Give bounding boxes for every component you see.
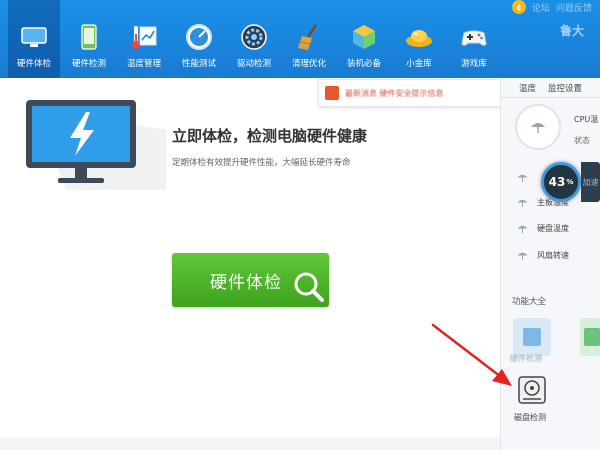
cpu-temp-gauge (515, 104, 561, 150)
monitor-check-icon (21, 27, 47, 47)
forum-link[interactable]: 论坛 (532, 1, 550, 14)
sensor-label: 风扇转速 (537, 250, 569, 260)
main-checkup-panel: 立即体检，检测电脑硬件健康 定期体检有效提升硬件性能，大幅延长硬件寿命 硬件体检 (0, 78, 500, 450)
top-right-links: ¢ 论坛 问题反馈 (511, 0, 592, 14)
tab-hardware-detect[interactable]: 硬件检测 (66, 0, 112, 78)
hero-subtitle: 定期体检有效提升硬件性能，大幅延长硬件寿命 (172, 158, 351, 168)
tab-label: 驱动检测 (236, 59, 271, 69)
right-panel-tabs: 温度 监控设置 (501, 78, 600, 98)
tab-temperature[interactable]: 温度管理 (121, 0, 167, 78)
tab-label: 硬件检测 (71, 59, 106, 69)
notice-icon (325, 86, 339, 100)
tab-monitor-settings[interactable]: 监控设置 (548, 82, 582, 94)
tab-label: 温度管理 (126, 59, 161, 69)
function-tile-hardware[interactable] (513, 318, 551, 356)
cpu-temp-label: CPU温 (574, 115, 599, 124)
gamepad-icon (461, 30, 487, 46)
tab-gold-vault[interactable]: 小金库 (396, 0, 442, 78)
umbrella-icon (531, 123, 545, 133)
sensor-row-fan: 风扇转速 (517, 248, 569, 262)
notice-text: 最新消息 硬件安全提示信息 (345, 88, 444, 98)
thermometer-chart-icon (132, 26, 157, 49)
cube-icon (353, 25, 375, 49)
notice-banner[interactable]: 最新消息 硬件安全提示信息 (318, 79, 503, 107)
tab-label: 硬件体检 (16, 59, 51, 69)
coin-icon[interactable]: ¢ (511, 0, 526, 14)
right-monitor-panel: 温度 监控设置 CPU温 状态 主板温度 硬盘温度 风扇转速 (500, 78, 600, 450)
sensor-row-disk: 硬盘温度 (517, 221, 569, 235)
tab-clean-optimize[interactable]: 清理优化 (286, 0, 332, 78)
user-tag[interactable]: 鲁大 (560, 22, 600, 50)
umbrella-icon (517, 252, 528, 260)
tab-game-library[interactable]: 游戏库 (451, 0, 497, 78)
speed-gauge-icon (186, 24, 212, 50)
tab-hardware-checkup[interactable]: 硬件体检 (8, 0, 60, 78)
gear-icon (241, 24, 267, 50)
tab-temperature-view[interactable]: 温度 (519, 82, 536, 94)
tab-performance[interactable]: 性能测试 (176, 0, 222, 78)
feedback-link[interactable]: 问题反馈 (556, 1, 592, 14)
function-tile-hardware-label: 硬件检测 (510, 354, 542, 363)
chip-icon (523, 328, 541, 346)
tab-essential-software[interactable]: 装机必备 (341, 0, 387, 78)
disk-detect-icon[interactable] (517, 375, 547, 405)
monitor-lightning-icon (26, 100, 166, 190)
start-checkup-button[interactable]: 硬件体检 (172, 253, 329, 307)
tab-label: 清理优化 (291, 59, 326, 69)
tab-label: 性能测试 (181, 59, 216, 69)
start-checkup-label: 硬件体检 (210, 272, 282, 293)
disk-detect-label[interactable]: 磁盘检测 (514, 412, 546, 423)
bottom-status-strip (0, 438, 500, 450)
phone-check-icon (81, 24, 97, 50)
usage-unit: % (566, 178, 574, 186)
functions-title: 功能大全 (512, 297, 547, 307)
broom-icon (298, 24, 318, 50)
tab-label: 小金库 (406, 59, 432, 69)
tab-label: 装机必备 (346, 59, 381, 69)
usage-value: 43 (548, 175, 566, 189)
umbrella-icon (517, 199, 528, 207)
tab-driver-detect[interactable]: 驱动检测 (231, 0, 277, 78)
hero-title: 立即体检，检测电脑硬件健康 (172, 127, 368, 145)
status-label: 状态 (574, 136, 590, 145)
gold-ingot-icon (406, 30, 432, 47)
top-toolbar: 硬件体检 硬件检测 温度管理 性能测试 驱动检测 清理优化 装机必备 小金库 游… (0, 0, 600, 78)
function-tile-green[interactable] (580, 318, 600, 356)
cpu-usage-ball[interactable]: 43% (541, 162, 581, 202)
umbrella-icon (517, 225, 528, 233)
sensor-row-cpu (517, 170, 528, 184)
sensor-label: 硬盘温度 (537, 223, 569, 233)
umbrella-icon (517, 174, 528, 182)
magnifier-icon (294, 272, 324, 302)
accelerate-tab[interactable]: 加速 (581, 162, 600, 202)
app-icon (584, 328, 600, 346)
tab-label: 游戏库 (461, 59, 487, 69)
